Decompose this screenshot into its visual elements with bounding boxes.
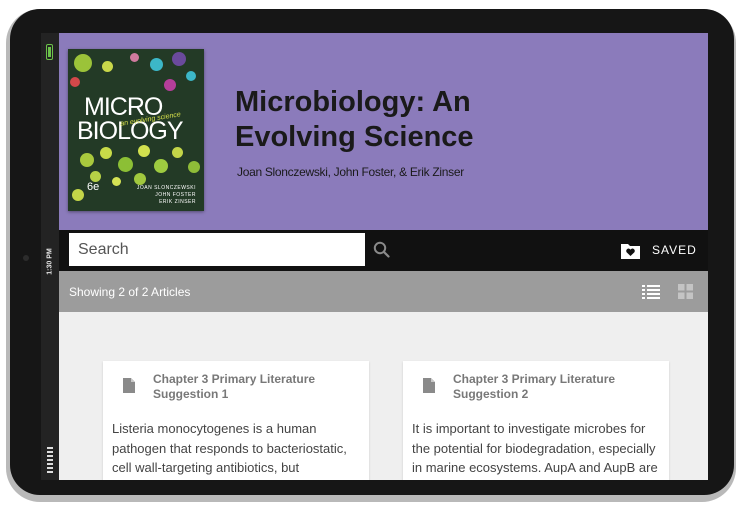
document-icon: [423, 378, 435, 393]
book-authors: Joan Slonczewski, John Foster, & Erik Zi…: [237, 165, 464, 179]
cover-author: JOAN SLONCZEWSKI: [136, 185, 196, 191]
cover-author: ERIK ZINSER: [159, 199, 196, 205]
saved-button[interactable]: SAVED: [620, 238, 697, 262]
article-card[interactable]: Chapter 3 Primary Literature Suggestion …: [403, 361, 669, 480]
book-cover: MICRO BIOLOGY an evolving science 6e JOA…: [68, 49, 204, 211]
cover-edition: 6e: [87, 181, 100, 193]
search-icon[interactable]: [373, 241, 390, 258]
status-clock: 1:30 PM: [46, 248, 54, 275]
cover-author: JOHN FOSTER: [155, 192, 196, 198]
results-count: Showing 2 of 2 Articles: [69, 285, 191, 299]
battery-icon: [46, 44, 53, 60]
saved-folder-icon: [621, 243, 640, 259]
signal-icon: [47, 447, 53, 475]
toolbar: SAVED: [59, 230, 708, 271]
search-input[interactable]: [69, 233, 365, 266]
article-list: Chapter 3 Primary Literature Suggestion …: [59, 312, 708, 480]
saved-label: SAVED: [652, 243, 697, 257]
book-title: Microbiology: An Evolving Science: [235, 86, 474, 153]
book-header: MICRO BIOLOGY an evolving science 6e JOA…: [59, 33, 708, 230]
camera-icon: [23, 255, 29, 261]
article-card[interactable]: Chapter 3 Primary Literature Suggestion …: [103, 361, 369, 480]
article-excerpt: Listeria monocytogenes is a human pathog…: [112, 421, 347, 475]
article-excerpt: It is important to investigate microbes …: [412, 421, 658, 475]
list-view-icon[interactable]: [642, 284, 660, 300]
app-screen: MICRO BIOLOGY an evolving science 6e JOA…: [59, 33, 708, 480]
article-title[interactable]: Chapter 3 Primary Literature Suggestion …: [153, 372, 353, 402]
grid-view-icon[interactable]: [678, 284, 693, 299]
results-bar: Showing 2 of 2 Articles: [59, 271, 708, 312]
article-title[interactable]: Chapter 3 Primary Literature Suggestion …: [453, 372, 653, 402]
document-icon: [123, 378, 135, 393]
